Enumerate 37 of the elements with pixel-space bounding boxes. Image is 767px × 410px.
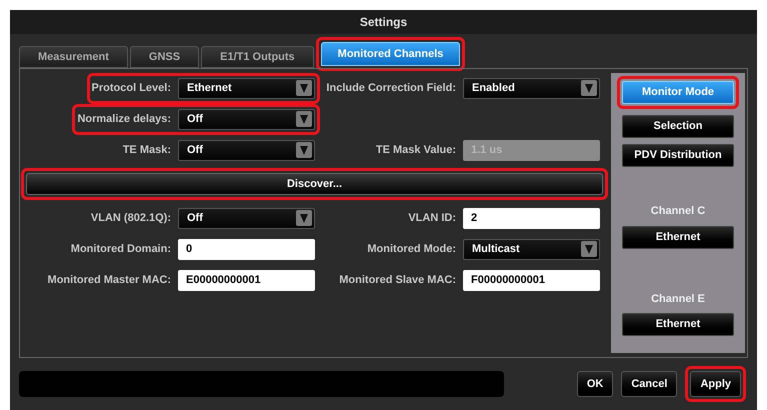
tab[interactable]: E1/T1 Outputs [201, 46, 314, 68]
tab[interactable]: Monitored Channels [320, 42, 460, 66]
tab[interactable]: GNSS [130, 46, 200, 68]
field-label: Include Correction Field: [326, 80, 456, 96]
input-field[interactable]: E00000000001 [178, 270, 315, 290]
tab[interactable]: Measurement [19, 46, 128, 68]
dialog-button[interactable]: OK [576, 371, 614, 397]
dropdown[interactable]: Off [178, 140, 315, 160]
dialog-button[interactable]: Cancel [621, 371, 678, 397]
field-label: TE Mask Value: [376, 142, 456, 158]
side-button[interactable]: Ethernet [622, 313, 734, 336]
dropdown[interactable]: Off [178, 208, 315, 228]
side-button[interactable]: Selection [622, 115, 734, 138]
dropdown[interactable]: Off [178, 108, 315, 130]
dropdown[interactable]: Ethernet [178, 78, 315, 98]
input-field[interactable]: F00000000001 [463, 270, 600, 290]
field-label: Monitored Master MAC: [48, 272, 171, 288]
field-label: VLAN (802.1Q): [90, 210, 171, 226]
field-label: TE Mask: [122, 142, 171, 158]
side-button[interactable]: Monitor Mode [622, 81, 734, 104]
dropdown[interactable]: Enabled [463, 78, 600, 98]
field-label: Normalize delays: [77, 112, 171, 127]
field-label: VLAN ID: [408, 210, 456, 226]
input-field[interactable]: 0 [178, 238, 315, 260]
discover-button[interactable]: Discover... [26, 173, 603, 195]
side-button[interactable]: PDV Distribution [622, 144, 734, 167]
field-label: Monitored Domain: [70, 242, 171, 257]
field-label: Protocol Level: [92, 80, 171, 96]
channel-label: Channel E [651, 292, 705, 306]
field-label: Monitored Mode: [367, 242, 456, 257]
dropdown[interactable]: Multicast [463, 238, 600, 260]
dialog-button[interactable]: Apply [690, 371, 741, 397]
side-button[interactable]: Ethernet [622, 226, 734, 248]
window-title: Settings [360, 14, 408, 31]
input-field[interactable]: 2 [463, 208, 600, 228]
channel-label: Channel C [650, 204, 706, 219]
field-label: Monitored Slave MAC: [339, 272, 456, 288]
